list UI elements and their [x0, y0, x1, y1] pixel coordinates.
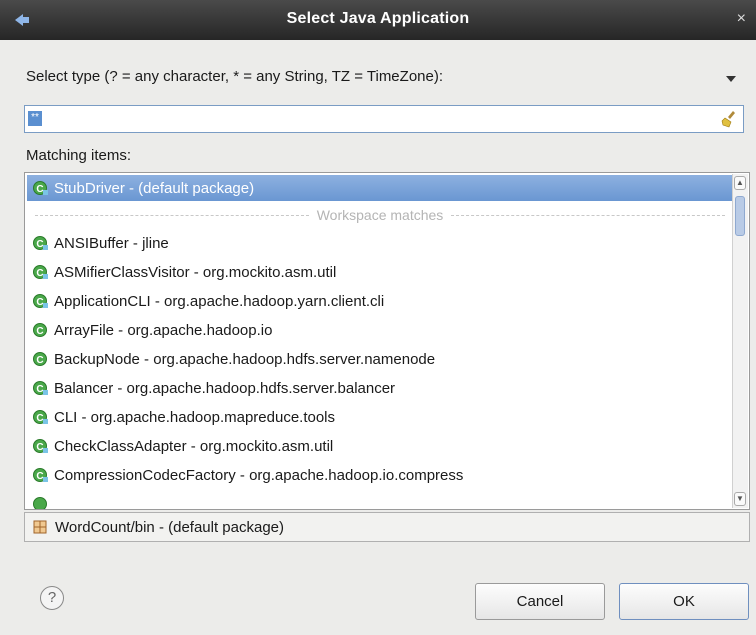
- svg-text:C: C: [36, 355, 43, 366]
- scroll-up-icon[interactable]: ▲: [734, 176, 746, 190]
- list-item-label: ANSIBuffer - jline: [54, 234, 169, 252]
- workspace-matches-separator: Workspace matches: [27, 202, 733, 228]
- svg-text:C: C: [36, 471, 43, 482]
- list-item[interactable]: C ApplicationCLI - org.apache.hadoop.yar…: [27, 288, 733, 314]
- selected-text: **: [28, 111, 42, 126]
- list-item-label: ArrayFile - org.apache.hadoop.io: [54, 321, 273, 339]
- list-item-label: BackupNode - org.apache.hadoop.hdfs.serv…: [54, 350, 436, 368]
- svg-text:C: C: [36, 239, 43, 250]
- list-item[interactable]: C CompressionCodecFactory - org.apache.h…: [27, 462, 733, 488]
- type-prompt-row: Select type (? = any character, * = any …: [26, 68, 746, 90]
- svg-text:C: C: [36, 413, 43, 424]
- svg-text:C: C: [36, 326, 43, 337]
- list-item[interactable]: C BackupNode - org.apache.hadoop.hdfs.se…: [27, 346, 733, 372]
- class-icon: C: [33, 439, 48, 453]
- list-item-label: Balancer - org.apache.hadoop.hdfs.server…: [54, 379, 396, 397]
- list-item-label: ApplicationCLI - org.apache.hadoop.yarn.…: [54, 292, 385, 310]
- help-icon[interactable]: ?: [40, 586, 64, 610]
- svg-text:C: C: [36, 297, 43, 308]
- list-item-selected[interactable]: C StubDriver - (default package): [27, 175, 733, 201]
- vertical-scrollbar[interactable]: ▲ ▼: [732, 174, 748, 508]
- class-icon: C: [33, 381, 48, 395]
- window-title: Select Java Application: [286, 10, 470, 27]
- class-icon: C: [33, 410, 48, 424]
- list-item[interactable]: C ArrayFile - org.apache.hadoop.io: [27, 317, 733, 343]
- ok-button[interactable]: OK: [619, 583, 749, 620]
- list-item[interactable]: C ANSIBuffer - jline: [27, 230, 733, 256]
- list-item-label: CheckClassAdapter - org.mockito.asm.util: [54, 437, 334, 455]
- type-filter-input[interactable]: [47, 109, 721, 131]
- scroll-thumb[interactable]: [735, 196, 745, 236]
- matching-items-list[interactable]: C StubDriver - (default package) Workspa…: [24, 172, 750, 510]
- separator-label: Workspace matches: [316, 207, 444, 223]
- title-bar: Select Java Application ×: [0, 0, 756, 40]
- list-item[interactable]: C Balancer - org.apache.hadoop.hdfs.serv…: [27, 375, 733, 401]
- cancel-button[interactable]: Cancel: [475, 583, 605, 620]
- class-icon: C: [33, 323, 47, 337]
- svg-text:C: C: [36, 442, 43, 453]
- svg-text:C: C: [36, 384, 43, 395]
- list-item-label: StubDriver - (default package): [54, 179, 255, 197]
- list-item[interactable]: C CLI - org.apache.hadoop.mapreduce.tool…: [27, 404, 733, 430]
- class-icon: C: [33, 294, 48, 308]
- scroll-down-icon[interactable]: ▼: [734, 492, 746, 506]
- class-icon: C: [33, 236, 48, 250]
- list-item-label: ASMifierClassVisitor - org.mockito.asm.u…: [54, 263, 337, 281]
- close-icon[interactable]: ×: [737, 10, 746, 28]
- package-location-field: WordCount/bin - (default package): [24, 512, 750, 542]
- class-icon: C: [33, 352, 47, 366]
- class-icon: [33, 497, 47, 509]
- type-prompt-label: Select type (? = any character, * = any …: [26, 68, 444, 85]
- list-item-partial[interactable]: [27, 491, 733, 509]
- class-icon: C: [33, 468, 48, 482]
- svg-text:C: C: [36, 268, 43, 279]
- list-item-label: CLI - org.apache.hadoop.mapreduce.tools: [54, 408, 336, 426]
- history-dropdown-icon[interactable]: [726, 76, 736, 82]
- list-item[interactable]: C CheckClassAdapter - org.mockito.asm.ut…: [27, 433, 733, 459]
- svg-text:C: C: [36, 184, 43, 195]
- package-icon: [33, 520, 47, 534]
- package-location-label: WordCount/bin - (default package): [55, 518, 285, 536]
- type-filter-field[interactable]: **: [24, 105, 744, 133]
- list-item-label: CompressionCodecFactory - org.apache.had…: [54, 466, 464, 484]
- matching-items-label: Matching items:: [26, 147, 132, 164]
- class-icon: C: [33, 181, 48, 195]
- list-item[interactable]: C ASMifierClassVisitor - org.mockito.asm…: [27, 259, 733, 285]
- clear-broom-icon[interactable]: [721, 110, 739, 128]
- separator-line-left: [35, 214, 309, 216]
- class-icon: C: [33, 265, 48, 279]
- separator-line-right: [451, 214, 726, 216]
